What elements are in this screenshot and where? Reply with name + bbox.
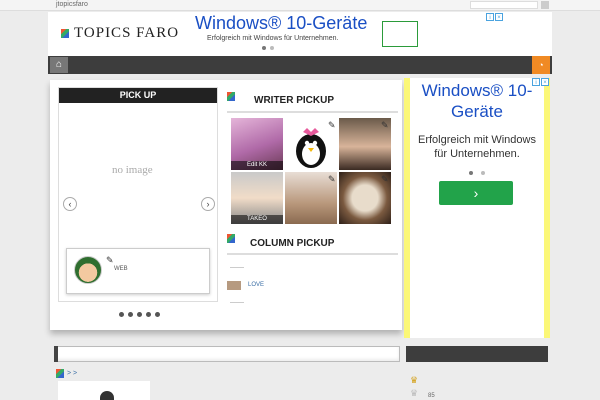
side-ad-dots	[469, 171, 485, 175]
header-ad-button[interactable]	[382, 21, 418, 47]
article-thumb-figure	[100, 391, 114, 400]
header-ad-title[interactable]: Windows® 10-Geräte	[195, 13, 367, 34]
column-thumb[interactable]	[227, 281, 241, 290]
column-placeholder	[230, 302, 244, 303]
pickup-card-label[interactable]: WEB	[114, 266, 128, 272]
writer-pickup-heading: WRITER PICKUP	[254, 95, 334, 106]
next-arrow-icon[interactable]: ›	[201, 197, 215, 211]
header-ad-subtitle[interactable]: Erfolgreich mit Windows für Unternehmen.	[207, 35, 339, 42]
sidebar-heading-bar	[406, 346, 548, 362]
section-divider	[227, 253, 398, 255]
ad-close-icon[interactable]: ×	[541, 78, 549, 86]
carousel-dot[interactable]	[155, 312, 160, 317]
nav-bar	[48, 56, 552, 74]
section-icon	[227, 234, 235, 243]
writer-label: Edit KK	[231, 161, 283, 170]
breadcrumb[interactable]: > >	[67, 370, 77, 377]
lower-tab-bar[interactable]	[54, 346, 400, 362]
home-icon[interactable]: ⌂	[50, 57, 68, 73]
carousel-dot[interactable]	[469, 171, 473, 175]
writer-thumb[interactable]: Edit KK	[231, 118, 283, 170]
site-logo[interactable]: TOPICS FARO	[61, 25, 179, 42]
no-image-placeholder[interactable]: no image	[112, 164, 153, 176]
carousel-dot[interactable]	[119, 312, 124, 317]
pencil-icon: ✎	[381, 120, 389, 130]
ad-info-icon[interactable]: i	[486, 13, 494, 21]
side-ad-title[interactable]: Windows® 10-Geräte	[412, 80, 542, 122]
crown-icon: ♛	[410, 375, 419, 385]
logo-icon	[61, 29, 69, 38]
pencil-icon: ✎	[328, 120, 336, 130]
crown-icon: ♛	[410, 388, 419, 398]
search-button[interactable]	[541, 1, 549, 9]
section-icon	[56, 369, 64, 378]
top-bar: jtopicsfaro	[0, 0, 600, 11]
pencil-icon: ✎	[381, 174, 389, 184]
carousel-dot[interactable]	[262, 46, 266, 50]
pencil-icon: ✎	[328, 174, 336, 184]
carousel-dot[interactable]	[270, 46, 274, 50]
carousel-dot[interactable]	[128, 312, 133, 317]
carousel-dot[interactable]	[481, 171, 485, 175]
avatar[interactable]	[74, 256, 102, 284]
side-ad-subtitle[interactable]: Erfolgreich mit Windows für Unternehmen.	[412, 133, 542, 161]
rss-icon[interactable]: ◔	[532, 56, 550, 74]
rank-count: 85	[428, 393, 435, 399]
ad-info-icon[interactable]: i	[532, 78, 540, 86]
writer-thumb[interactable]: TAKEO	[231, 172, 283, 224]
site-name[interactable]: jtopicsfaro	[56, 1, 88, 8]
writer-label: TAKEO	[231, 215, 283, 224]
column-placeholder	[230, 267, 244, 268]
carousel-dot[interactable]	[137, 312, 142, 317]
column-pickup-heading: COLUMN PICKUP	[250, 238, 335, 249]
header-ad-dots	[262, 46, 274, 50]
carousel-dot[interactable]	[146, 312, 151, 317]
ad-close-icon[interactable]: ×	[495, 13, 503, 21]
column-link[interactable]: LOVE	[248, 282, 264, 288]
search-input[interactable]	[470, 1, 538, 9]
lower-tab-marker	[54, 346, 58, 362]
side-ad-button[interactable]: ›	[439, 181, 513, 205]
pencil-icon: ✎	[106, 255, 114, 265]
pickup-dots	[119, 312, 160, 317]
logo-text: TOPICS FARO	[74, 25, 180, 41]
prev-arrow-icon[interactable]: ‹	[63, 197, 77, 211]
pickup-heading: PICK UP	[59, 88, 217, 103]
section-divider	[227, 111, 398, 113]
section-icon	[227, 92, 235, 101]
